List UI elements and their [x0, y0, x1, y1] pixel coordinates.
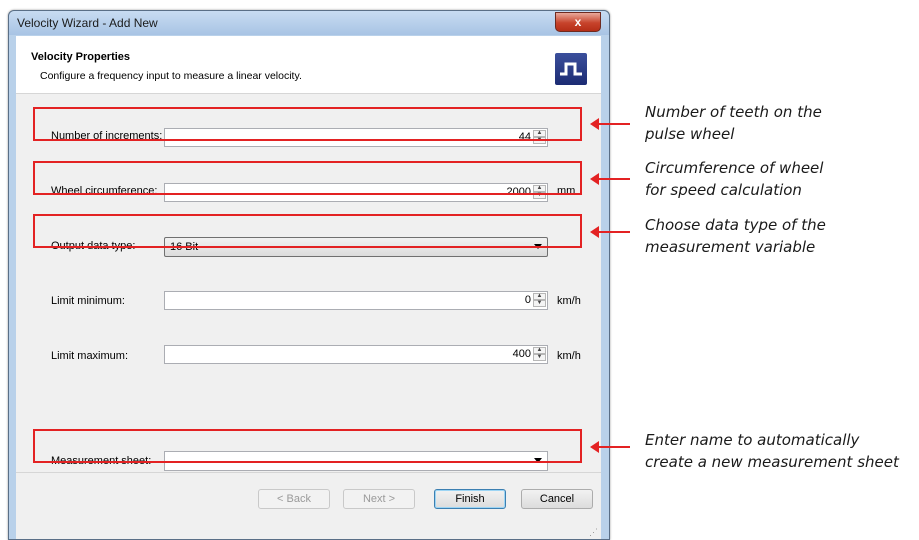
highlight-sheet — [33, 429, 582, 463]
arrow-sheet — [590, 441, 630, 453]
limit-min-label: Limit minimum: — [51, 295, 125, 307]
page-subtitle: Configure a frequency input to measure a… — [40, 70, 302, 82]
note-line: Number of teeth on the — [645, 103, 822, 121]
limit-min-stepper[interactable]: 0 ▲ ▼ — [164, 291, 548, 310]
arrow-circumference — [590, 173, 630, 185]
note-circumference: Circumference of wheel for speed calcula… — [645, 157, 823, 201]
note-line: pulse wheel — [645, 125, 735, 143]
spin-down-icon[interactable]: ▼ — [533, 300, 546, 307]
resize-grip-icon[interactable]: ⋰ — [589, 527, 599, 537]
spin-up-icon[interactable]: ▲ — [533, 293, 546, 300]
pulse-wave-icon — [555, 53, 587, 85]
finish-button[interactable]: Finish — [434, 489, 506, 509]
window-title: Velocity Wizard - Add New — [17, 16, 158, 30]
highlight-output-type — [33, 214, 582, 248]
highlight-increments — [33, 107, 582, 141]
note-output-type: Choose data type of the measurement vari… — [645, 214, 826, 258]
close-button[interactable]: x — [555, 12, 601, 32]
arrow-output-type — [590, 226, 630, 238]
note-line: Choose data type of the — [645, 216, 826, 234]
note-increments: Number of teeth on the pulse wheel — [645, 101, 822, 145]
back-button[interactable]: < Back — [258, 489, 330, 509]
limit-min-value: 0 — [524, 294, 531, 306]
wizard-header: Velocity Properties Configure a frequenc… — [16, 36, 601, 94]
limit-max-spinner[interactable]: ▲ ▼ — [533, 347, 546, 362]
note-line: Circumference of wheel — [645, 159, 824, 177]
arrow-increments — [590, 118, 630, 130]
limit-min-unit: km/h — [557, 295, 581, 307]
page-title: Velocity Properties — [31, 51, 131, 63]
spin-up-icon[interactable]: ▲ — [533, 347, 546, 354]
limit-max-stepper[interactable]: 400 ▲ ▼ — [164, 345, 548, 364]
limit-min-spinner[interactable]: ▲ ▼ — [533, 293, 546, 308]
cancel-button[interactable]: Cancel — [521, 489, 593, 509]
highlight-circumference — [33, 161, 582, 195]
footer-divider — [16, 472, 601, 473]
note-line: for speed calculation — [645, 181, 802, 199]
note-line: Enter name to automatically — [645, 431, 860, 449]
next-button[interactable]: Next > — [343, 489, 415, 509]
limit-max-label: Limit maximum: — [51, 350, 129, 362]
limit-max-unit: km/h — [557, 350, 581, 362]
title-bar[interactable]: Velocity Wizard - Add New x — [9, 11, 609, 35]
note-line: measurement variable — [645, 238, 816, 256]
note-sheet: Enter name to automatically create a new… — [645, 429, 899, 473]
note-line: create a new measurement sheet — [645, 453, 899, 471]
spin-down-icon[interactable]: ▼ — [533, 354, 546, 361]
limit-max-value: 400 — [512, 348, 531, 360]
